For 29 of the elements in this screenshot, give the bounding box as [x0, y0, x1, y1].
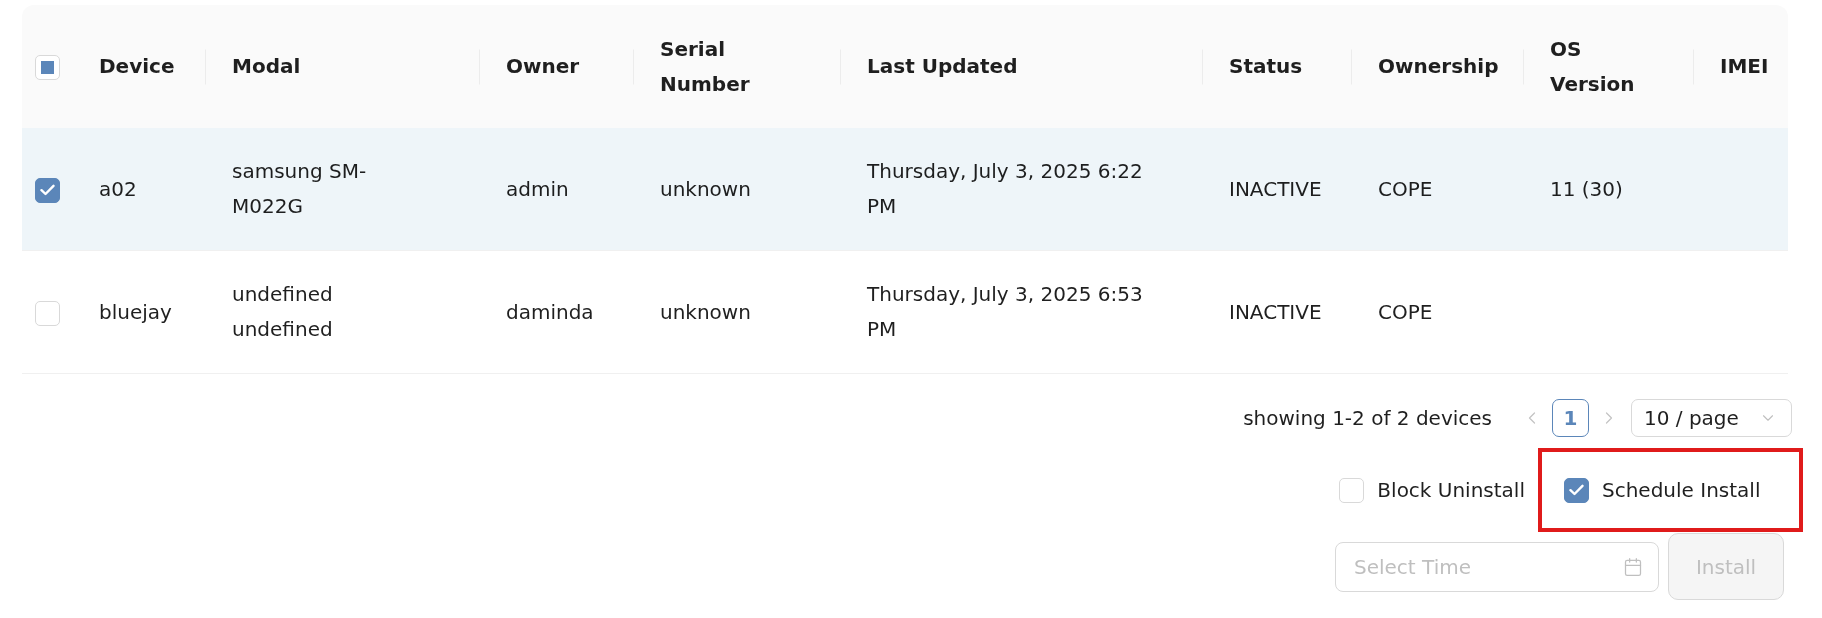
table-cell: COPE [1352, 128, 1524, 251]
column-header: Status [1203, 5, 1352, 128]
check-icon [1569, 484, 1584, 496]
column-header: Owner [480, 5, 634, 128]
column-header: Last Updated [841, 5, 1203, 128]
pagination-summary: showing 1-2 of 2 devices [1243, 406, 1492, 430]
column-header: Modal [206, 5, 480, 128]
column-header: Device [73, 5, 206, 128]
column-header: OS Version [1524, 5, 1694, 128]
check-icon [40, 184, 55, 196]
square-icon [41, 61, 54, 74]
column-header: Serial Number [634, 5, 841, 128]
page-size-select[interactable]: 10 / page [1631, 399, 1792, 437]
table-cell: unknown [634, 128, 841, 251]
table-cell: Thursday, July 3, 2025 6:22 PM [841, 128, 1203, 251]
column-header: IMEI [1694, 5, 1788, 128]
table-cell: samsung SM-M022G [206, 128, 480, 251]
checkbox-label[interactable]: Block Uninstall [1377, 478, 1525, 502]
table-cell: admin [480, 128, 634, 251]
table-cell: a02 [73, 128, 206, 251]
time-picker-field[interactable]: Select Time [1335, 541, 1659, 592]
calendar-icon [1623, 556, 1643, 577]
column-header: Ownership [1352, 5, 1524, 128]
page-number-button[interactable]: 1 [1552, 399, 1589, 437]
checkbox[interactable] [1564, 477, 1589, 503]
table-cell: INACTIVE [1203, 128, 1352, 251]
checkbox-label[interactable]: Schedule Install [1602, 478, 1761, 502]
table-cell: 11 (30) [1524, 128, 1694, 251]
checkbox[interactable] [35, 177, 60, 203]
